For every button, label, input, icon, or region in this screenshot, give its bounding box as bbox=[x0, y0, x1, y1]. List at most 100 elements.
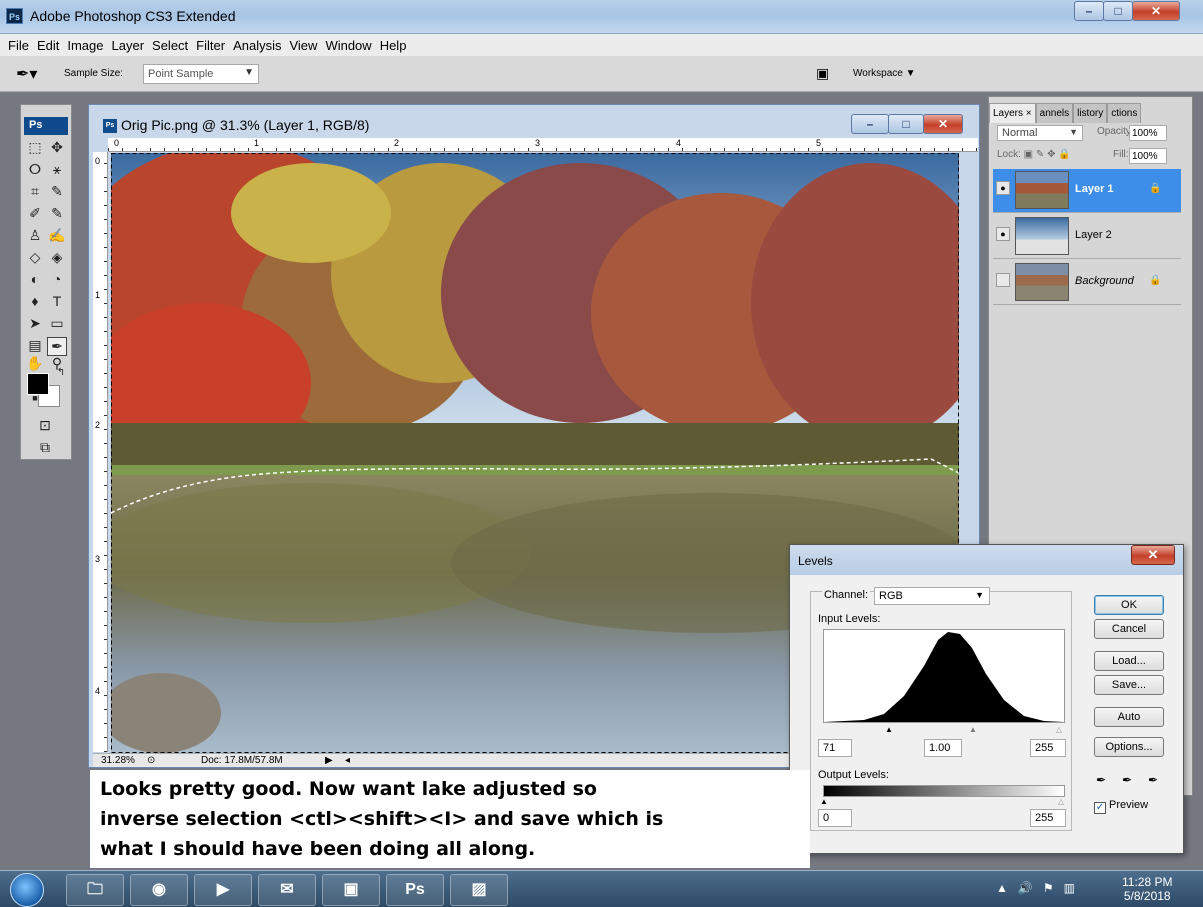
sample-size-select[interactable]: Point Sample ▼ bbox=[143, 64, 259, 84]
tab-channels[interactable]: annels bbox=[1035, 103, 1074, 123]
path-selection-tool-icon[interactable]: ➤ bbox=[25, 315, 45, 332]
eraser-tool-icon[interactable]: ◇ bbox=[25, 249, 45, 266]
layer-row[interactable]: Background 🔒 bbox=[993, 261, 1181, 305]
doc-minimize-button[interactable]: – bbox=[851, 114, 889, 134]
options-button[interactable]: Options... bbox=[1094, 737, 1164, 757]
cancel-button[interactable]: Cancel bbox=[1094, 619, 1164, 639]
system-tray[interactable]: ▲ 🔊 ⚑ ▥ bbox=[996, 881, 1075, 895]
firefox-icon[interactable]: ◉ bbox=[130, 874, 188, 906]
status-menu-arrow-icon[interactable]: ▶ bbox=[325, 755, 333, 766]
screen-mode-icon[interactable]: ⧉ bbox=[35, 439, 55, 456]
preview-checkbox[interactable]: ✓ Preview bbox=[1094, 799, 1148, 814]
mail-icon[interactable]: ✉ bbox=[258, 874, 316, 906]
ok-button[interactable]: OK bbox=[1094, 595, 1164, 615]
eye-icon[interactable]: ● bbox=[996, 181, 1010, 195]
menu-edit[interactable]: Edit bbox=[33, 34, 63, 56]
file-explorer-icon[interactable]: 🗀 bbox=[66, 874, 124, 906]
input-levels-slider[interactable]: ▲ ▲ △ bbox=[823, 725, 1065, 735]
layer-row[interactable]: ● Layer 2 bbox=[993, 215, 1181, 259]
doc-close-button[interactable]: ✕ bbox=[923, 114, 963, 134]
black-eyedropper-icon[interactable]: ✒ bbox=[1096, 773, 1106, 787]
ruler-horizontal[interactable]: 0 1 2 3 4 5 bbox=[108, 138, 978, 152]
white-eyedropper-icon[interactable]: ✒ bbox=[1148, 773, 1158, 787]
paint-bucket-tool-icon[interactable]: ◈ bbox=[47, 249, 67, 266]
tab-history[interactable]: listory bbox=[1073, 103, 1108, 123]
image-viewer-icon[interactable]: ▨ bbox=[450, 874, 508, 906]
marquee-tool-icon[interactable]: ⬚ bbox=[25, 139, 45, 156]
tab-actions[interactable]: ctions bbox=[1107, 103, 1142, 123]
input-white-field[interactable]: 255 bbox=[1030, 739, 1066, 757]
auto-button[interactable]: Auto bbox=[1094, 707, 1164, 727]
channel-select[interactable]: RGB ▼ bbox=[874, 587, 990, 605]
pen-tool-icon[interactable]: ♦ bbox=[25, 293, 45, 309]
fill-input[interactable]: 100% bbox=[1129, 148, 1167, 164]
levels-close-button[interactable]: ✕ bbox=[1131, 545, 1175, 565]
workspace-menu[interactable]: Workspace ▼ bbox=[853, 68, 916, 79]
layer-name[interactable]: Layer 2 bbox=[1075, 229, 1112, 241]
gray-eyedropper-icon[interactable]: ✒ bbox=[1122, 773, 1132, 787]
black-point-handle[interactable]: ▲ bbox=[885, 725, 893, 734]
menu-select[interactable]: Select bbox=[148, 34, 192, 56]
ruler-vertical[interactable]: 0 1 2 3 4 bbox=[93, 152, 108, 752]
swap-colors-icon[interactable]: ↰ bbox=[51, 367, 71, 378]
lasso-tool-icon[interactable]: ⵔ bbox=[25, 161, 45, 178]
input-gamma-field[interactable]: 1.00 bbox=[924, 739, 962, 757]
clock[interactable]: 11:28 PM 5/8/2018 bbox=[1122, 875, 1172, 903]
presentation-icon[interactable]: ▣ bbox=[322, 874, 380, 906]
eyedropper-tool-preset-icon[interactable]: ✒▾ bbox=[16, 64, 37, 84]
menu-image[interactable]: Image bbox=[63, 34, 107, 56]
blend-mode-select[interactable]: Normal ▼ bbox=[997, 125, 1083, 141]
type-tool-icon[interactable]: T bbox=[47, 293, 67, 309]
close-button[interactable]: ✕ bbox=[1132, 1, 1180, 21]
menu-layer[interactable]: Layer bbox=[108, 34, 149, 56]
media-player-icon[interactable]: ▶ bbox=[194, 874, 252, 906]
menu-file[interactable]: File bbox=[4, 34, 33, 56]
menu-filter[interactable]: Filter bbox=[192, 34, 229, 56]
workspace-icon[interactable]: ▣ bbox=[816, 65, 829, 82]
zoom-icon[interactable]: ⊙ bbox=[147, 755, 155, 766]
hand-tool-icon[interactable]: ✋ bbox=[25, 355, 45, 372]
minimize-button[interactable]: – bbox=[1074, 1, 1104, 21]
white-point-handle[interactable]: △ bbox=[1056, 725, 1062, 734]
output-white-field[interactable]: 255 bbox=[1030, 809, 1066, 827]
foreground-color-swatch[interactable] bbox=[27, 373, 49, 395]
doc-maximize-button[interactable]: □ bbox=[888, 114, 924, 134]
blur-tool-icon[interactable]: ◐ bbox=[25, 271, 45, 287]
history-brush-tool-icon[interactable]: ✍ bbox=[47, 227, 67, 244]
quick-mask-icon[interactable]: ⊡ bbox=[35, 417, 55, 434]
menu-window[interactable]: Window bbox=[321, 34, 375, 56]
visibility-toggle[interactable] bbox=[996, 273, 1010, 287]
healing-brush-tool-icon[interactable]: ✐ bbox=[25, 205, 45, 222]
magic-wand-tool-icon[interactable]: ⚹ bbox=[47, 161, 67, 178]
gamma-handle[interactable]: ▲ bbox=[969, 725, 977, 734]
brush-tool-icon[interactable]: ✎ bbox=[47, 205, 67, 222]
load-button[interactable]: Load... bbox=[1094, 651, 1164, 671]
eye-icon[interactable]: ● bbox=[996, 227, 1010, 241]
notes-tool-icon[interactable]: ▤ bbox=[25, 337, 45, 354]
slice-tool-icon[interactable]: ✎ bbox=[47, 183, 67, 200]
save-button[interactable]: Save... bbox=[1094, 675, 1164, 695]
input-black-field[interactable]: 71 bbox=[818, 739, 852, 757]
zoom-level[interactable]: 31.28% bbox=[101, 755, 135, 766]
menu-view[interactable]: View bbox=[285, 34, 321, 56]
layer-name[interactable]: Background bbox=[1075, 275, 1134, 287]
photoshop-taskbar-button[interactable]: Ps bbox=[386, 874, 444, 906]
layer-row[interactable]: ● Layer 1 🔒 bbox=[993, 169, 1181, 213]
opacity-input[interactable]: 100% bbox=[1129, 125, 1167, 141]
layer-name[interactable]: Layer 1 bbox=[1075, 183, 1114, 195]
maximize-button[interactable]: □ bbox=[1103, 1, 1133, 21]
output-black-handle[interactable]: ▲ bbox=[820, 797, 828, 806]
tab-layers[interactable]: Layers × bbox=[989, 103, 1036, 123]
start-button[interactable] bbox=[10, 873, 44, 907]
crop-tool-icon[interactable]: ⌗ bbox=[25, 183, 45, 200]
menu-help[interactable]: Help bbox=[376, 34, 411, 56]
eyedropper-tool-icon[interactable]: ✒ bbox=[47, 337, 67, 356]
dodge-tool-icon[interactable]: ◔ bbox=[47, 271, 67, 287]
output-white-handle[interactable]: △ bbox=[1058, 797, 1064, 806]
output-black-field[interactable]: 0 bbox=[818, 809, 852, 827]
move-tool-icon[interactable]: ✥ bbox=[47, 139, 67, 156]
clone-stamp-tool-icon[interactable]: ♙ bbox=[25, 227, 45, 244]
default-colors-icon[interactable]: ■ bbox=[25, 393, 45, 403]
shape-tool-icon[interactable]: ▭ bbox=[47, 315, 67, 332]
menu-analysis[interactable]: Analysis bbox=[229, 34, 285, 56]
